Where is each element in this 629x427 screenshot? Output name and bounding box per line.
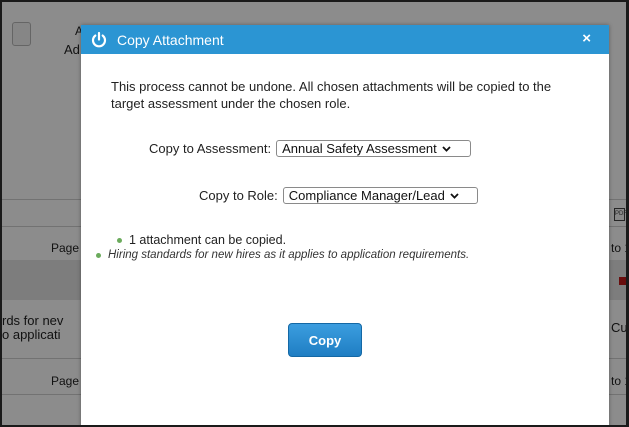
chevron-down-icon (442, 145, 451, 152)
copy-count-text: 1 attachment can be copied. (129, 233, 287, 247)
role-label: Copy to Role: (199, 188, 278, 203)
bullet-icon (96, 252, 101, 258)
bullet-icon (117, 237, 122, 243)
app-frame: A Ad PDF Page to 1 rds for nev o applica… (0, 0, 629, 427)
role-row: Copy to Role: Compliance Manager/Lead (199, 187, 478, 204)
dialog-header: Copy Attachment × (81, 25, 609, 54)
dialog-description: This process cannot be undone. All chose… (111, 79, 552, 111)
assessment-select[interactable]: Annual Safety Assessment (276, 140, 472, 157)
copy-attachment-dialog: Copy Attachment × This process cannot be… (81, 25, 609, 425)
attachment-item-text: Hiring standards for new hires as it app… (108, 249, 470, 261)
role-selected: Compliance Manager/Lead (288, 188, 445, 203)
dialog-title: Copy Attachment (117, 31, 224, 48)
power-icon (90, 31, 108, 49)
copy-button[interactable]: Copy (288, 323, 362, 357)
copy-count-message: 1 attachment can be copied. (117, 233, 286, 247)
role-select[interactable]: Compliance Manager/Lead (282, 187, 478, 204)
close-button[interactable]: × (582, 30, 591, 48)
assessment-selected: Annual Safety Assessment (282, 141, 437, 156)
assessment-row: Copy to Assessment: Annual Safety Assess… (149, 140, 472, 157)
chevron-down-icon (450, 192, 459, 199)
attachment-item: Hiring standards for new hires as it app… (96, 249, 469, 261)
assessment-label: Copy to Assessment: (149, 141, 272, 156)
